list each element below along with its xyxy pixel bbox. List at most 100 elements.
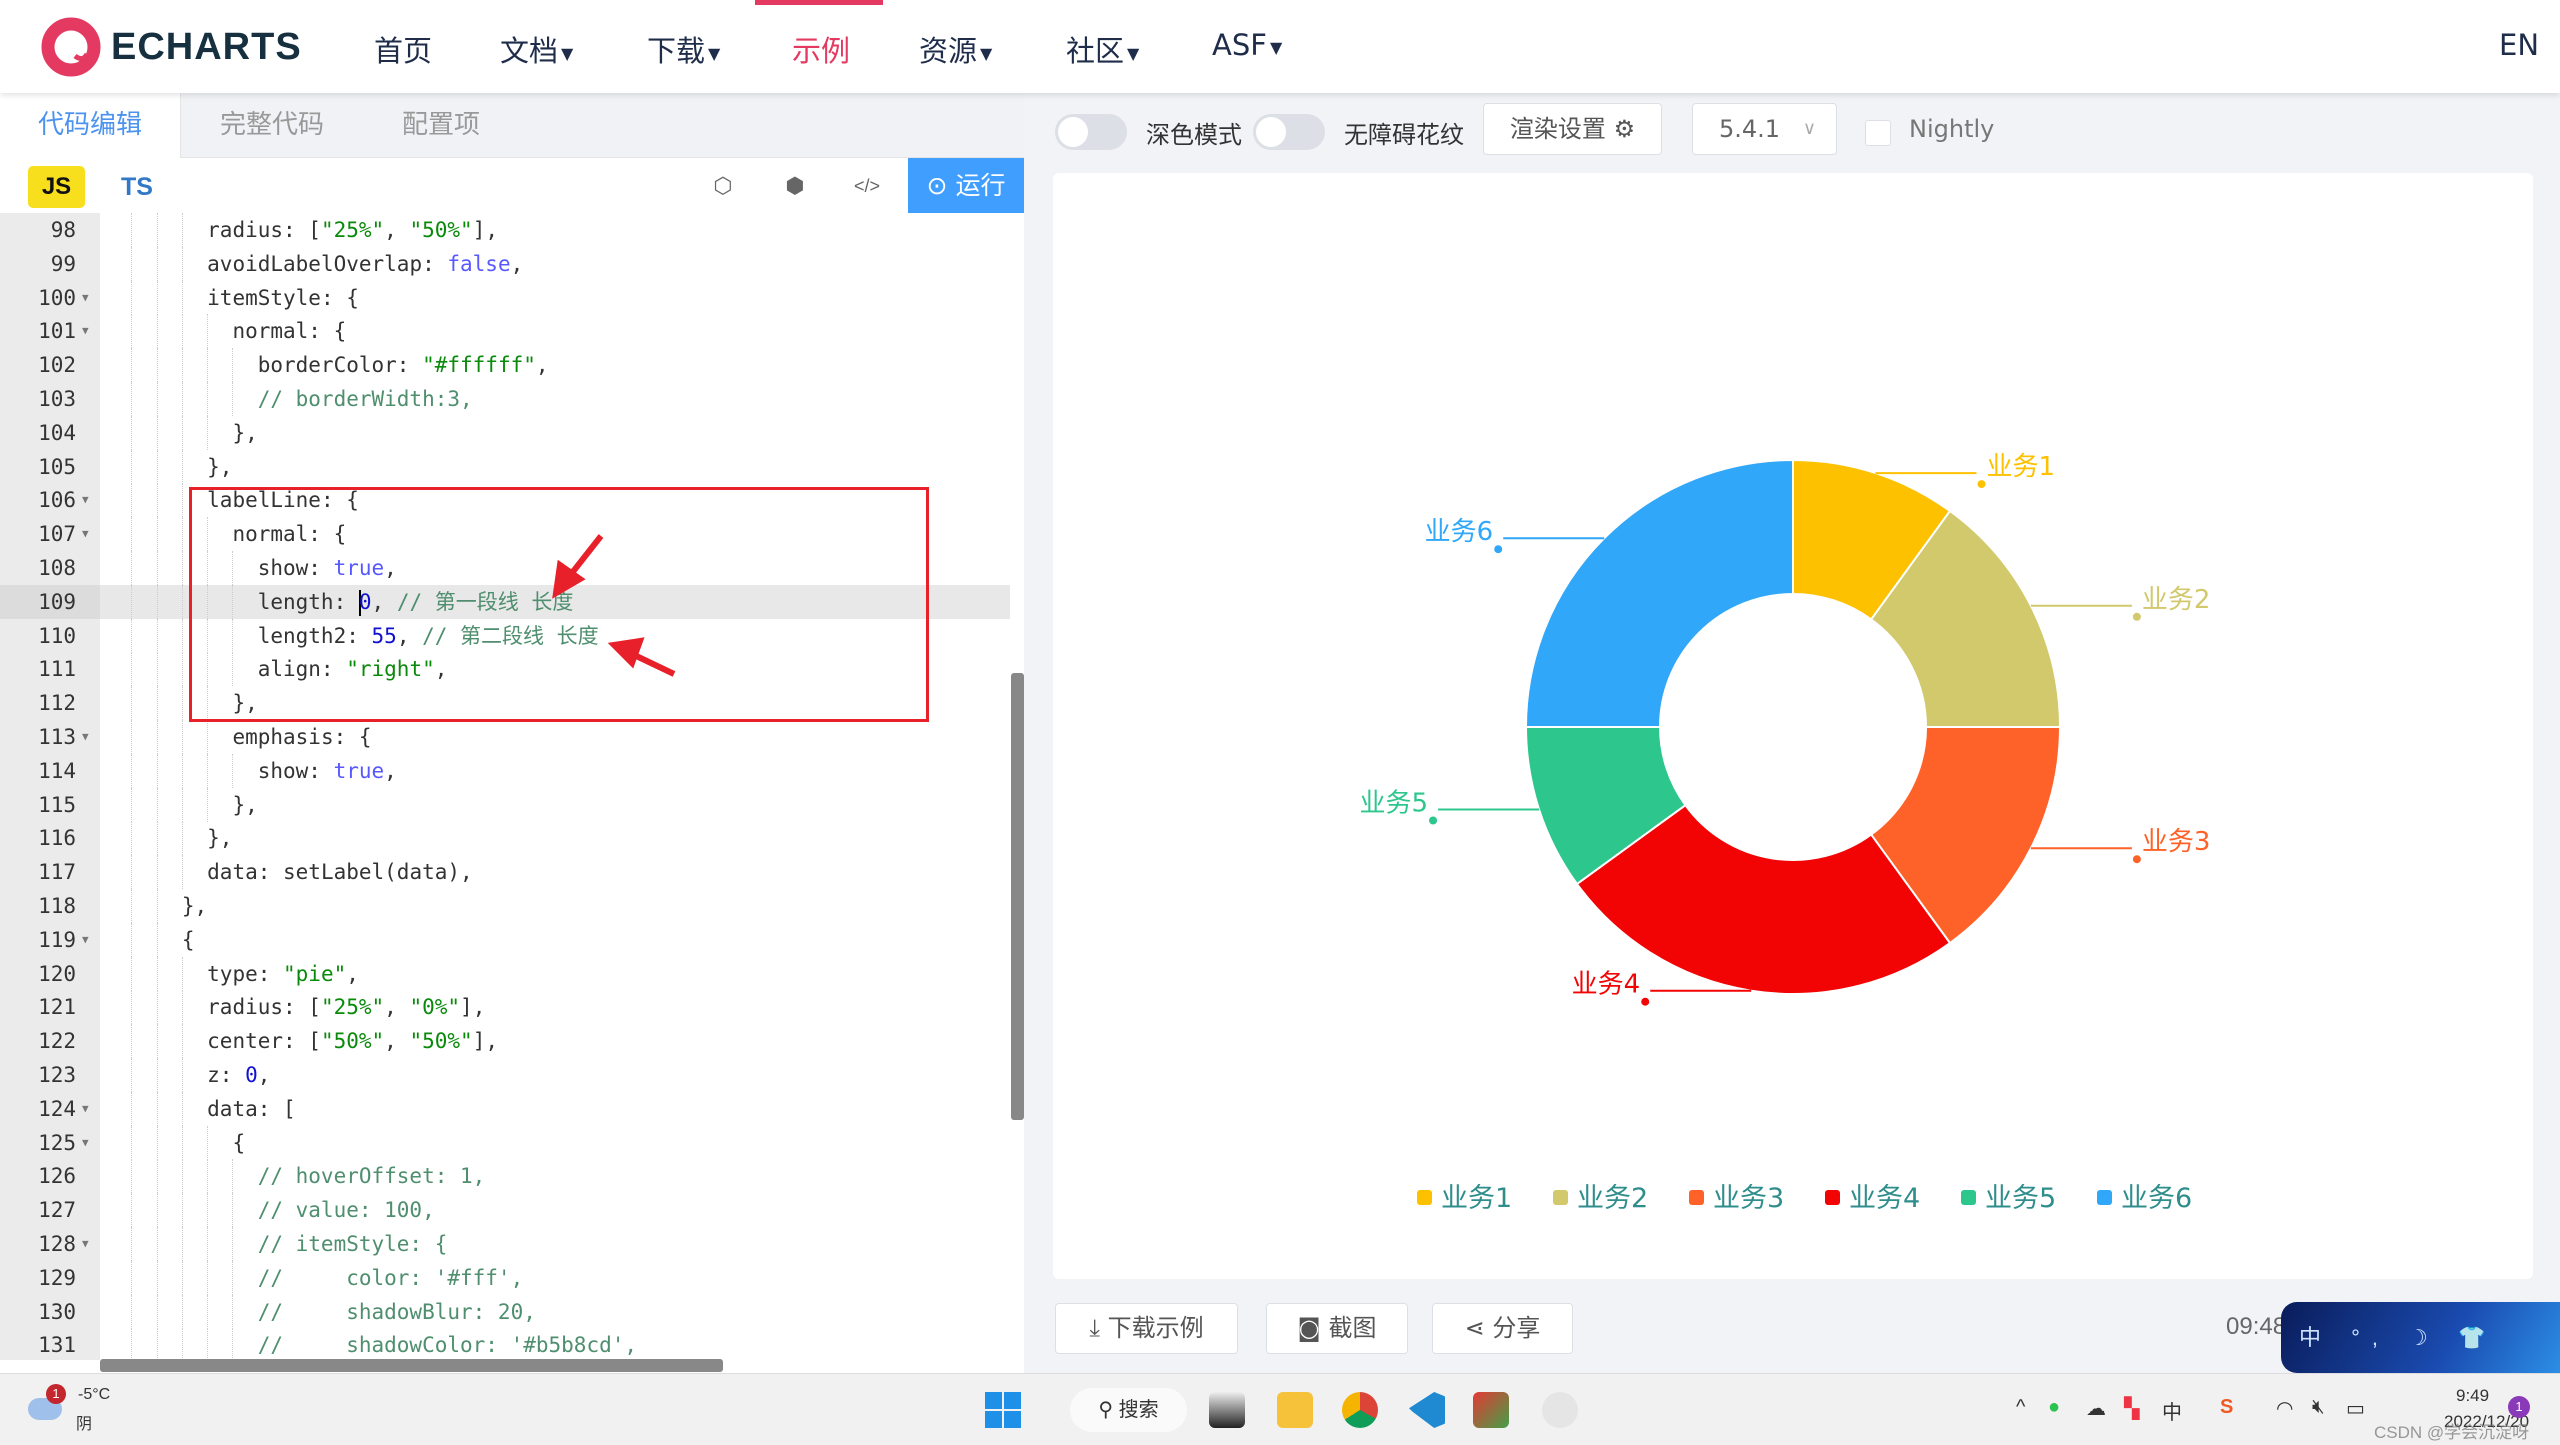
task-view-icon[interactable] (1209, 1392, 1245, 1428)
weather-temp: -5°C (78, 1386, 111, 1403)
language-switch[interactable]: EN (2499, 28, 2539, 62)
download-icon: ⤓ (1089, 1314, 1108, 1342)
legend-item[interactable]: 业务1 (1441, 1183, 1512, 1214)
preview-panel: 深色模式 无障碍花纹 渲染设置 ⚙ 5.4.1 ∨ Nightly 业务1 业务2 业… (1024, 93, 2560, 1373)
search-label: 搜索 (1118, 1399, 1159, 1421)
nav-item-label: 文档 (500, 34, 559, 68)
legend-swatch (1961, 1190, 1976, 1205)
windows-start-icon[interactable] (985, 1392, 1021, 1428)
caret-down-icon: ▼ (561, 43, 574, 63)
legend-item[interactable]: 业务2 (1577, 1183, 1648, 1214)
download-example-button[interactable]: ⤓ 下载示例 (1055, 1303, 1238, 1354)
nav-item-5[interactable]: 社区 ▼ (1066, 28, 1139, 70)
caret-down-icon: ▼ (708, 43, 721, 63)
version-value: 5.4.1 (1719, 115, 1781, 143)
run-time: 09:48 (2226, 1313, 2287, 1340)
vertical-scrollbar[interactable] (1011, 673, 1024, 1120)
caret-down-icon: ▼ (1127, 43, 1140, 63)
nav-item-label: ASF (1212, 28, 1267, 62)
caret-down-icon: ▼ (980, 43, 993, 63)
nav-item-3[interactable]: 示例 (792, 28, 850, 70)
tray-overflow-icon[interactable]: ^ (2016, 1396, 2025, 1419)
battery-icon[interactable]: ▭ (2346, 1396, 2365, 1421)
annotation-arrow-icon (552, 534, 604, 599)
chevron-down-icon: ∨ (1802, 118, 1816, 139)
app-tray-icon[interactable]: ▚ (2124, 1396, 2139, 1421)
sogou-icon[interactable]: S (2220, 1396, 2233, 1419)
wifi-icon[interactable]: ◠ (2276, 1396, 2293, 1421)
annotation-arrows (552, 534, 676, 677)
dark-mode-toggle[interactable] (1055, 114, 1127, 150)
csdn-watermark: CSDN @学会沉淀呀 (2374, 1423, 2530, 1442)
search-icon: ⚲ (1098, 1399, 1119, 1421)
nav-item-4[interactable]: 资源 ▼ (919, 28, 992, 70)
notification-badge[interactable]: 1 (2508, 1396, 2530, 1418)
ime-toolbar[interactable]: 中 °, ☽ 👕 (2281, 1302, 2560, 1373)
render-settings-label: 渲染设置 (1509, 115, 1606, 143)
nav-item-6[interactable]: ASF ▼ (1212, 28, 1282, 62)
legend-item[interactable]: 业务5 (1985, 1183, 2056, 1214)
taskbar-search[interactable]: ⚲ 搜索 (1070, 1388, 1187, 1432)
nav-item-2[interactable]: 下载 ▼ (647, 28, 720, 70)
label-line-dot (1494, 545, 1503, 554)
legend-item[interactable]: 业务3 (1713, 1183, 1784, 1214)
nav-item-1[interactable]: 文档 ▼ (500, 28, 573, 70)
screenshot-label: 截图 (1328, 1314, 1377, 1342)
nav-item-label: 示例 (792, 34, 851, 68)
file-explorer-icon[interactable] (1277, 1392, 1313, 1428)
label-line-dot (2132, 855, 2141, 864)
render-settings-button[interactable]: 渲染设置 ⚙ (1483, 103, 1662, 155)
app-icon[interactable] (1473, 1392, 1509, 1428)
onedrive-icon[interactable]: ☁ (2086, 1396, 2106, 1421)
version-select[interactable]: 5.4.1 ∨ (1692, 103, 1837, 155)
share-icon: ⋖ (1464, 1314, 1493, 1342)
legend-swatch (1689, 1190, 1704, 1205)
chart-container[interactable]: 业务1 业务2 业务3 业务4 业务5 业务6 业务1 业务2 业务3 业务4 业务5 业务6 (1053, 173, 2533, 1279)
top-nav: ECHARTS 首页 文档 ▼ 下载 ▼ 示例 资源 ▼ 社区 ▼ ASF ▼ EN (0, 0, 2560, 93)
echarts-logo[interactable]: ECHARTS (41, 16, 311, 78)
dark-mode-label: 深色模式 (1146, 121, 1242, 149)
taskbar: 1 -5°C 阴 ⚲ 搜索 ^ ● ☁ ▚ 中 S ◠ 🔇︎ ▭ 9:49 20… (0, 1373, 2560, 1445)
legend-swatch (1825, 1190, 1840, 1205)
vscode-icon[interactable] (1409, 1392, 1445, 1428)
slice-label: 业务2 (2142, 585, 2211, 615)
echarts-logo-icon (41, 17, 101, 77)
decal-label: 无障碍花纹 (1344, 121, 1464, 149)
weather-desc: 阴 (76, 1416, 93, 1433)
annotation-arrow-icon (607, 637, 676, 677)
slice-label: 业务1 (1987, 452, 2056, 482)
decal-toggle[interactable] (1253, 114, 1325, 150)
nav-item-0[interactable]: 首页 (374, 28, 432, 70)
slice-label: 业务5 (1360, 789, 1429, 819)
nav-item-label: 首页 (374, 34, 433, 68)
gear-icon: ⚙ (1613, 115, 1636, 143)
wechat-icon[interactable] (1542, 1392, 1578, 1428)
label-line-dot (2132, 612, 2141, 621)
legend-swatch (1417, 1190, 1432, 1205)
weather-badge: 1 (46, 1384, 66, 1404)
weather-widget[interactable]: 1 -5°C 阴 (28, 1384, 138, 1436)
speaker-muted-icon[interactable]: 🔇︎ (2312, 1396, 2325, 1419)
ime-lang-indicator[interactable]: 中 (2162, 1396, 2182, 1425)
nav-item-label: 社区 (1066, 34, 1125, 68)
clock-time[interactable]: 9:49 (2456, 1386, 2489, 1406)
label-line-dot (1641, 997, 1650, 1006)
label-line-dot (1429, 816, 1438, 825)
screenshot-button[interactable]: ◙ 截图 (1266, 1303, 1408, 1354)
slice-label: 业务6 (1425, 517, 1494, 547)
legend-swatch (2097, 1190, 2112, 1205)
label-line-dot (1977, 480, 1986, 489)
active-nav-indicator (755, 0, 883, 5)
horizontal-scrollbar[interactable] (100, 1359, 723, 1372)
nightly-checkbox[interactable] (1865, 120, 1891, 146)
share-button[interactable]: ⋖ 分享 (1432, 1303, 1573, 1354)
legend-item[interactable]: 业务4 (1849, 1183, 1920, 1214)
legend-item[interactable]: 业务6 (2121, 1183, 2192, 1214)
chrome-icon[interactable] (1342, 1392, 1378, 1428)
wechat-tray-icon[interactable]: ● (2048, 1396, 2060, 1419)
nav-item-label: 资源 (919, 34, 978, 68)
editor-panel: 代码编辑 完整代码 配置项 JS TS ⬡ ⬢ </> ⊙ 运行 98 radi… (0, 93, 1024, 1373)
logo-text: ECHARTS (111, 26, 302, 68)
slice-业务6[interactable] (1524, 458, 1794, 728)
slice-label: 业务4 (1572, 970, 1641, 1000)
